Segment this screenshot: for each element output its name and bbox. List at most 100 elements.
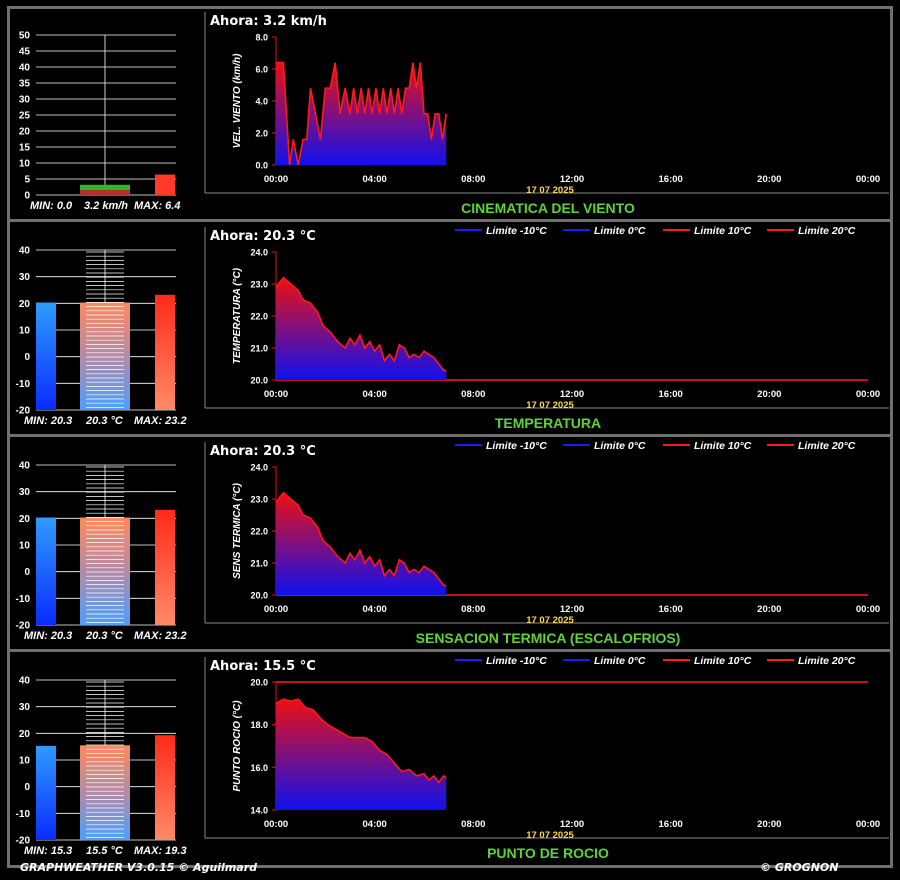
gauge-tick-label: 20 (19, 729, 31, 740)
gauge-now-label: 15.5 °C (86, 845, 123, 857)
x-tick-label: 16:00 (659, 174, 683, 185)
date-label: 17 07 2025 (526, 185, 574, 196)
gauge-tick-label: 40 (19, 246, 31, 257)
y-tick-label: 18.0 (250, 720, 268, 730)
gauge-max-bar (155, 174, 175, 195)
x-tick-label: 12:00 (560, 604, 584, 615)
legend-entry: Limite 20°C (798, 225, 856, 237)
x-tick-label: 20:00 (757, 174, 781, 185)
legend-entry: Limite 10°C (694, 225, 752, 237)
gauge-min-label: MIN: 0.0 (30, 200, 73, 212)
gauge-tick-label: 5 (24, 175, 30, 186)
x-tick-label: 00:00 (856, 604, 880, 615)
panel-1: Ahora: 20.3 °C Limite -10°C Limite 0°C Limi… (16, 225, 889, 417)
gauge-now-bar-base (80, 189, 130, 195)
x-tick-label: 08:00 (461, 174, 485, 185)
x-tick-label: 08:00 (461, 819, 485, 830)
gauge-min-label: MIN: 20.3 (24, 415, 73, 427)
gauge-tick-label: 0 (24, 782, 30, 793)
series-area (276, 699, 447, 810)
gauge-now-label: 3.2 km/h (84, 200, 129, 212)
legend-entry: Limite 0°C (594, 440, 646, 452)
panel-3: Ahora: 15.5 °C Limite -10°C Limite 0°C Limi… (16, 655, 889, 847)
x-tick-label: 20:00 (757, 819, 781, 830)
gauge-tick-label: 10 (19, 756, 31, 767)
legend-entry: Limite 20°C (798, 440, 856, 452)
gauge-min-bar (36, 302, 56, 410)
panel-2: Ahora: 20.3 °C Limite -10°C Limite 0°C Limi… (16, 440, 889, 632)
gauge-min-bar (36, 517, 56, 625)
y-tick-label: 22.0 (250, 527, 268, 537)
x-tick-label: 08:00 (461, 604, 485, 615)
gauge-tick-label: 20 (19, 299, 31, 310)
legend-entry: Limite -10°C (486, 225, 547, 237)
y-tick-label: 8.0 (255, 33, 268, 43)
y-axis-title: SENS TERMICA (°C) (232, 482, 243, 579)
x-tick-label: 04:00 (363, 174, 387, 185)
gauge-max-bar (155, 735, 175, 840)
y-tick-label: 22.0 (250, 312, 268, 322)
x-tick-label: 04:00 (363, 604, 387, 615)
legend-entry: Limite 10°C (694, 655, 752, 667)
series-area (276, 492, 447, 595)
legend-entry: Limite 0°C (594, 225, 646, 237)
y-tick-label: 4.0 (255, 97, 268, 107)
gauge-now-bar (80, 745, 130, 840)
x-tick-label: 04:00 (363, 819, 387, 830)
gauge-tick-label: 40 (19, 63, 31, 74)
now-label: Ahora: 3.2 km/h (210, 14, 327, 29)
gauge-tick-label: 30 (19, 272, 31, 283)
y-tick-label: 21.0 (250, 344, 268, 354)
gauge-max-label: MAX: 19.3 (134, 845, 187, 857)
gauge-tick-label: 35 (19, 79, 31, 90)
now-label: Ahora: 20.3 °C (210, 444, 316, 459)
windchill-chart-title: SENSACION TERMICA (ESCALOFRIOS) (415, 630, 681, 646)
y-tick-label: 23.0 (250, 495, 268, 505)
legend-entry: Limite 10°C (694, 440, 752, 452)
gauge-tick-label: 10 (19, 326, 31, 337)
x-tick-label: 20:00 (757, 604, 781, 615)
gauge-now-label: 20.3 °C (86, 415, 123, 427)
y-tick-label: 20.0 (250, 376, 268, 386)
gauge-tick-label: 15 (19, 143, 31, 154)
gauge-tick-label: 40 (19, 461, 31, 472)
x-tick-label: 00:00 (264, 819, 288, 830)
gauge-tick-label: 30 (19, 702, 31, 713)
y-tick-label: 23.0 (250, 280, 268, 290)
now-label: Ahora: 15.5 °C (210, 659, 316, 674)
y-tick-label: 21.0 (250, 559, 268, 569)
y-tick-label: 6.0 (255, 65, 268, 75)
legend-entry: Limite -10°C (486, 655, 547, 667)
gauge-max-label: MAX: 23.2 (134, 415, 187, 427)
date-label: 17 07 2025 (526, 615, 574, 626)
y-tick-label: 14.0 (250, 806, 268, 816)
x-tick-label: 08:00 (461, 389, 485, 400)
gauge-max-label: MAX: 23.2 (134, 630, 187, 642)
date-label: 17 07 2025 (526, 830, 574, 841)
footer-credit: GRAPHWEATHER V3.0.15 © Aguilmard (20, 861, 257, 874)
y-tick-label: 20.0 (250, 678, 268, 688)
gauge-tick-label: -10 (16, 594, 31, 605)
series-area (276, 277, 447, 380)
x-tick-label: 04:00 (363, 389, 387, 400)
legend-entry: Limite 20°C (798, 655, 856, 667)
gauge-tick-label: 45 (19, 47, 31, 58)
x-tick-label: 12:00 (560, 819, 584, 830)
gauge-tick-label: -10 (16, 809, 31, 820)
x-tick-label: 16:00 (659, 604, 683, 615)
y-tick-label: 16.0 (250, 763, 268, 773)
gauge-tick-label: 20 (19, 514, 31, 525)
gauge-now-label: 20.3 °C (86, 630, 123, 642)
gauge-now-bar (80, 302, 130, 410)
x-tick-label: 00:00 (264, 174, 288, 185)
gauge-tick-label: 10 (19, 159, 31, 170)
wind-chart-title: CINEMATICA DEL VIENTO (461, 200, 635, 216)
gauge-tick-label: 20 (19, 127, 31, 138)
y-tick-label: 24.0 (250, 463, 268, 473)
x-tick-label: 12:00 (560, 389, 584, 400)
dewpoint-chart-title: PUNTO DE ROCIO (487, 845, 609, 861)
gauge-tick-label: 50 (19, 31, 31, 42)
x-tick-label: 00:00 (264, 604, 288, 615)
gauge-max-bar (155, 509, 175, 625)
gauge-tick-label: -10 (16, 379, 31, 390)
